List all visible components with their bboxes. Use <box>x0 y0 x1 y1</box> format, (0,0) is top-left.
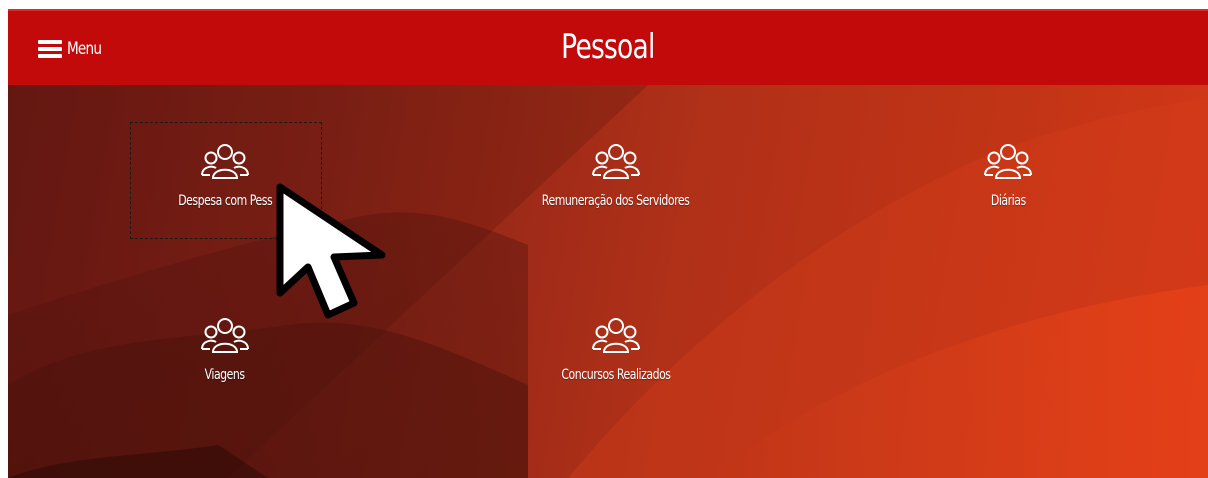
users-icon <box>984 144 1032 179</box>
tile-label: Diárias <box>990 193 1026 209</box>
tile-label: Concursos Realizados <box>561 367 671 383</box>
users-icon <box>201 144 249 179</box>
users-icon <box>592 318 640 353</box>
tile-label: Viagens <box>205 367 245 383</box>
tile-label: Despesa com Pess <box>178 193 272 209</box>
app-window: Menu Pessoal Despesa com Pess Remuneraçã… <box>8 9 1208 478</box>
tile-diarias[interactable]: Diárias <box>908 141 1108 209</box>
tile-remuneracao-dos-servidores[interactable]: Remuneração dos Servidores <box>516 141 716 209</box>
page-title: Pessoal <box>561 27 655 67</box>
top-bar: Menu Pessoal <box>8 9 1208 85</box>
tile-despesa-com-pessoal[interactable]: Despesa com Pess <box>125 141 325 209</box>
tile-viagens[interactable]: Viagens <box>125 315 325 383</box>
tile-label: Remuneração dos Servidores <box>542 193 690 209</box>
tile-concursos-realizados[interactable]: Concursos Realizados <box>516 315 716 383</box>
users-icon <box>201 318 249 353</box>
tile-grid: Despesa com Pess Remuneração dos Servido… <box>8 85 1208 478</box>
users-icon <box>592 144 640 179</box>
